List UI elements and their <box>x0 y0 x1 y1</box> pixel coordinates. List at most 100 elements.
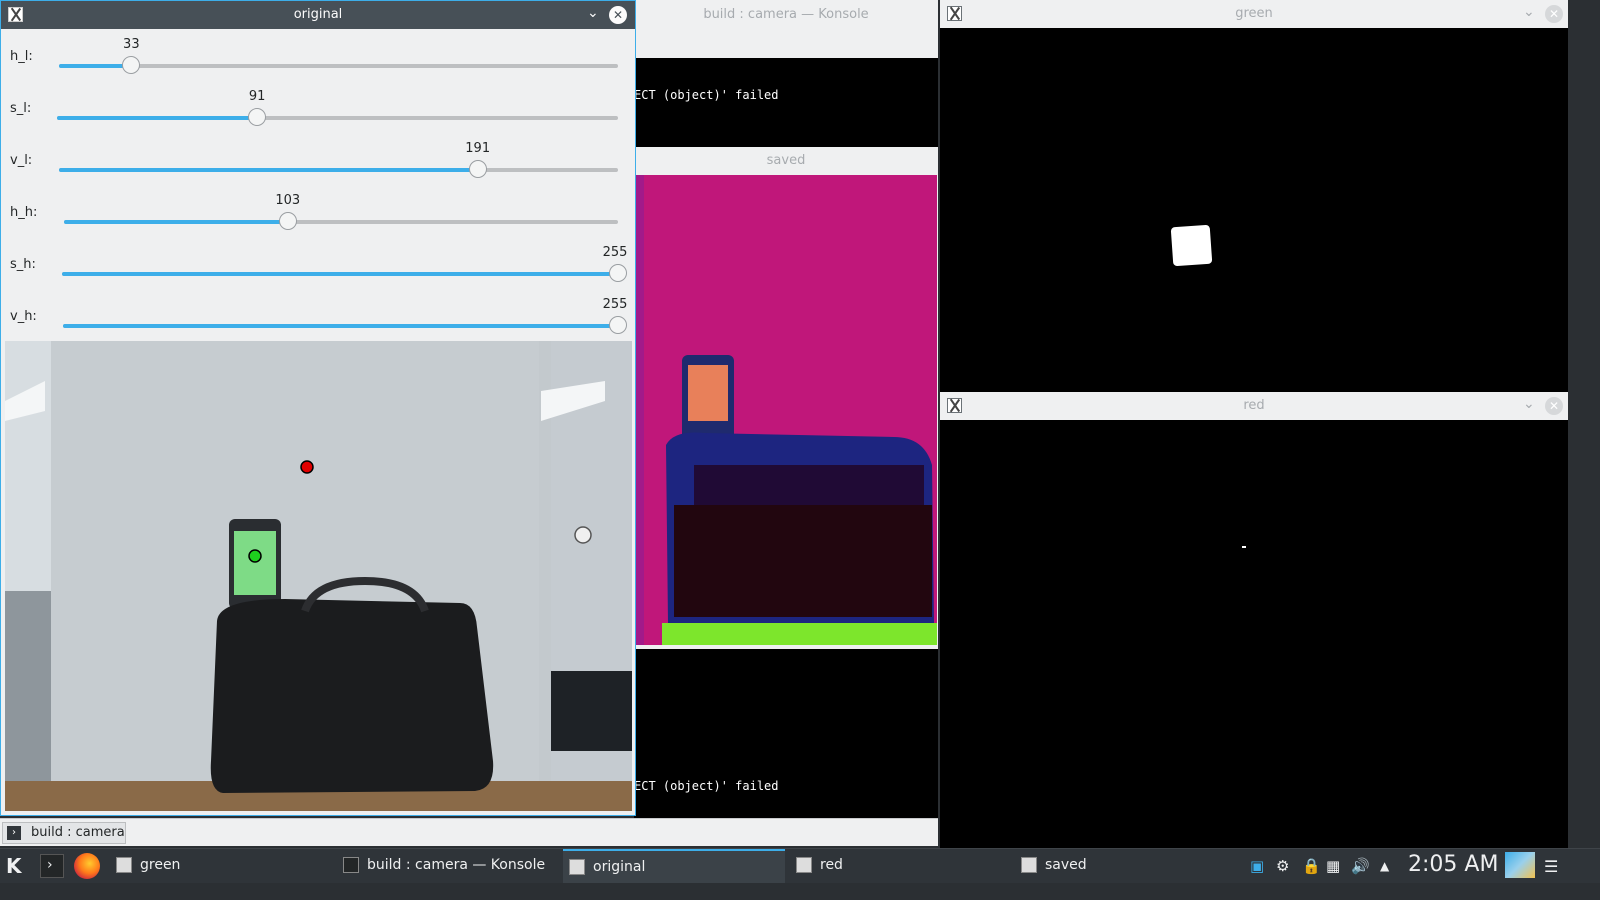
trackbar-value: 255 <box>602 245 628 260</box>
task-label: saved <box>1045 857 1087 873</box>
green-titlebar[interactable]: green ⌄ ✕ <box>940 0 1568 28</box>
trackbar-h_l: h_l: 33 <box>1 31 635 83</box>
notifications-icon[interactable]: ▣ <box>1250 857 1264 875</box>
show-desktop-icon[interactable] <box>1505 852 1535 878</box>
trackbar-value: 91 <box>248 89 266 104</box>
trackbar-s_h: s_h: 255 <box>1 239 635 291</box>
trackbar-handle[interactable] <box>248 108 267 126</box>
task-label: original <box>593 859 646 875</box>
volume-icon[interactable]: 🔊 <box>1351 857 1370 875</box>
firefox-launcher-button[interactable] <box>74 853 100 879</box>
chevron-down-icon[interactable]: ⌄ <box>1523 396 1535 412</box>
trackbar-v_h: v_h: 255 <box>1 291 635 343</box>
chevron-down-icon[interactable]: ⌄ <box>587 5 599 21</box>
camera-image <box>5 341 632 811</box>
x-window-icon <box>1021 857 1037 873</box>
konsole-launcher-button[interactable]: › <box>40 854 64 878</box>
saved-titlebar[interactable]: saved <box>634 147 938 175</box>
trackbar-handle[interactable] <box>278 212 297 230</box>
red-window: red ⌄ ✕ <box>940 392 1568 848</box>
konsole-tab-label: build : camera <box>31 825 125 840</box>
task-red[interactable]: red <box>790 849 1010 883</box>
original-window: original ⌄ ✕ h_l: 33 s_l: 91 v_l: 191 h_h: 103 s… <box>0 0 636 816</box>
trackbar-label: v_l: <box>10 153 33 168</box>
firefox-icon <box>74 853 100 879</box>
trackbar-label: v_h: <box>10 309 37 324</box>
trackbar-handle[interactable] <box>609 264 627 282</box>
task-label: build : camera — Konsole <box>367 857 546 873</box>
terminal-line-1: ECT (object)' failed <box>634 88 779 102</box>
trackbar-label: s_l: <box>10 101 32 116</box>
application-launcher-button[interactable]: K <box>4 853 30 879</box>
trackbar-handle[interactable] <box>468 160 487 178</box>
trackbar-handle[interactable] <box>122 56 141 74</box>
trackbar-h_h: h_h: 103 <box>1 187 635 239</box>
trackbar-v_l: v_l: 191 <box>1 135 635 187</box>
task-label: red <box>820 857 843 873</box>
trackbar-label: h_l: <box>10 49 33 64</box>
task-label: green <box>140 857 181 873</box>
original-titlebar[interactable]: original ⌄ ✕ <box>1 1 635 29</box>
trackbar-slider[interactable] <box>63 316 627 334</box>
trackbar-value: 191 <box>465 141 491 156</box>
close-icon[interactable]: ✕ <box>1545 397 1563 415</box>
camera-scene <box>5 341 632 811</box>
konsole-tab[interactable]: › build : camera <box>2 822 126 844</box>
task-original[interactable]: original <box>563 849 785 883</box>
trackbar-slider[interactable] <box>59 160 618 178</box>
terminal-icon: › <box>47 857 53 873</box>
x-window-icon <box>116 857 132 873</box>
terminal-line-2: ECT (object)' failed <box>634 779 779 793</box>
chevron-down-icon[interactable]: ⌄ <box>1523 4 1535 20</box>
trackbar-slider[interactable] <box>59 56 618 74</box>
red-mask-dot <box>1242 546 1246 548</box>
task-konsole[interactable]: build : camera — Konsole <box>337 849 557 883</box>
green-window: green ⌄ ✕ <box>940 0 1568 392</box>
terminal-icon <box>343 857 359 873</box>
task-saved[interactable]: saved <box>1015 849 1235 883</box>
trackbar-handle[interactable] <box>609 316 627 334</box>
green-title: green <box>1235 6 1273 21</box>
saved-title: saved <box>766 153 806 168</box>
original-title: original <box>293 7 343 22</box>
green-mask-blob <box>1170 224 1213 267</box>
close-icon[interactable]: ✕ <box>1545 5 1563 23</box>
updates-icon[interactable]: ⚙ <box>1276 857 1289 875</box>
trackbar-fill <box>64 220 288 224</box>
x-window-icon <box>796 857 812 873</box>
trackbar-fill <box>59 64 132 68</box>
trackbar-slider[interactable] <box>64 212 618 230</box>
expand-tray-icon[interactable]: ▲ <box>1380 859 1389 873</box>
lock-icon[interactable]: 🔒 <box>1302 857 1321 875</box>
trackbar-label: s_h: <box>10 257 36 272</box>
x-window-icon <box>569 859 585 875</box>
close-icon[interactable]: ✕ <box>609 6 627 24</box>
konsole-tabbar: › build : camera <box>0 818 938 846</box>
red-titlebar[interactable]: red ⌄ ✕ <box>940 392 1568 420</box>
trackbar-fill <box>62 272 618 276</box>
trackbar-value: 255 <box>602 297 628 312</box>
clipboard-icon[interactable]: ▦ <box>1326 857 1340 875</box>
task-green[interactable]: green <box>110 849 330 883</box>
trackbar-label: h_h: <box>10 205 38 220</box>
konsole-title: build : camera — Konsole <box>703 7 869 22</box>
red-title: red <box>1243 398 1265 413</box>
konsole-titlebar[interactable]: build : camera — Konsole <box>634 0 938 58</box>
trackbar-fill <box>59 168 478 172</box>
trackbar-value: 33 <box>123 37 140 52</box>
trackbar-slider[interactable] <box>62 264 627 282</box>
saved-hsv-render <box>634 175 937 645</box>
clock[interactable]: 2:05 AM <box>1408 852 1498 877</box>
saved-image <box>634 175 937 645</box>
trackbar-s_l: s_l: 91 <box>1 83 635 135</box>
trackbar-fill <box>57 116 258 120</box>
terminal-icon: › <box>7 826 21 840</box>
saved-window: saved <box>634 147 938 649</box>
trackbar-fill <box>63 324 618 328</box>
trackbar-value: 103 <box>275 193 301 208</box>
taskbar: K › green build : camera — Konsole origi… <box>0 848 1600 883</box>
trackbar-panel: h_l: 33 s_l: 91 v_l: 191 h_h: 103 s_h: 255 v_h: 255 <box>1 31 635 343</box>
menu-icon[interactable]: ☰ <box>1544 857 1558 876</box>
trackbar-slider[interactable] <box>57 108 618 126</box>
kde-logo-icon: K <box>6 854 22 878</box>
